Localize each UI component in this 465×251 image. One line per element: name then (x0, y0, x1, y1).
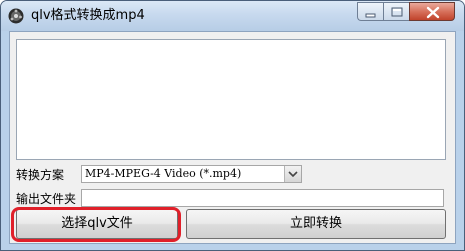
window-title: qlv格式转换成mp4 (31, 8, 145, 23)
caption-buttons (357, 2, 459, 22)
format-select-value: MP4-MPEG-4 Video (*.mp4) (85, 167, 242, 180)
output-folder-label: 输出文件夹 (16, 192, 77, 206)
convert-now-button[interactable]: 立即转换 (186, 209, 446, 239)
title-bar[interactable]: qlv格式转换成mp4 (1, 1, 464, 31)
minimize-icon (365, 13, 376, 18)
minimize-button[interactable] (357, 2, 383, 21)
format-label: 转换方案 (16, 168, 65, 182)
maximize-icon (391, 7, 403, 17)
highlight-annotation (11, 207, 181, 242)
app-window: qlv格式转换成mp4 转换方案 MP4-MPEG-4 Video (*.mp4… (0, 0, 465, 251)
output-folder-input[interactable] (81, 189, 444, 207)
log-textarea[interactable] (16, 39, 446, 160)
dropdown-button[interactable] (284, 166, 301, 182)
close-icon (426, 6, 440, 19)
close-button[interactable] (409, 2, 455, 21)
app-icon (8, 8, 24, 24)
chevron-down-icon (288, 171, 298, 178)
format-select[interactable]: MP4-MPEG-4 Video (*.mp4) (81, 165, 302, 183)
maximize-button[interactable] (383, 2, 409, 21)
